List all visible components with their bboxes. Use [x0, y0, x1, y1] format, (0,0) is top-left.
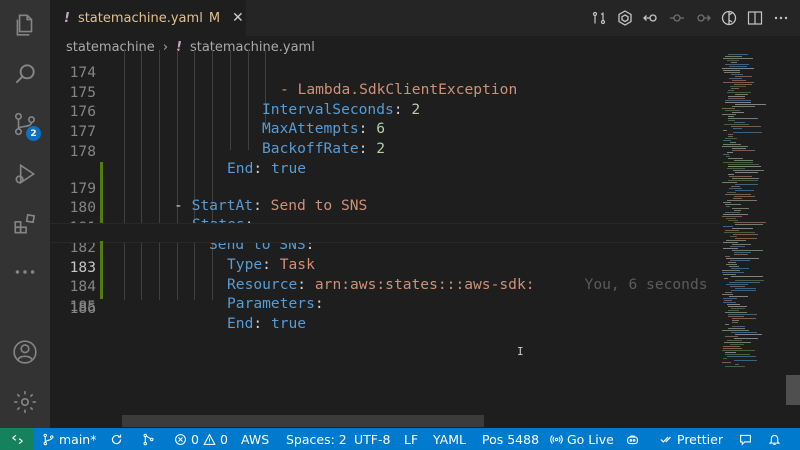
warning-icon [203, 433, 216, 445]
encoding-status[interactable]: UTF-8 [354, 428, 390, 450]
search-icon[interactable] [0, 52, 50, 96]
editor-actions [588, 0, 792, 36]
aws-status[interactable]: AWS [241, 428, 269, 450]
error-icon [175, 433, 186, 445]
tab-title: statemachine.yaml [77, 10, 203, 26]
modified-indicator: M [208, 10, 221, 26]
feedback-icon[interactable] [739, 428, 752, 450]
position-status[interactable]: Pos 5488 [482, 428, 539, 450]
horizontal-scrollbar[interactable] [122, 415, 484, 427]
prettier-status[interactable]: Prettier [660, 428, 723, 450]
broadcast-icon [550, 434, 563, 444]
go-live-button[interactable]: Go Live [550, 428, 614, 450]
code-line: 178 End: true [69, 142, 307, 177]
go-back-icon[interactable] [640, 7, 662, 29]
code-line: 174 - Lambda.SdkClientException [69, 64, 518, 98]
prettier-label: Prettier [677, 431, 723, 447]
toggle-blame-icon[interactable] [718, 7, 740, 29]
activity-bar: 2 [0, 0, 50, 428]
remote-indicator[interactable] [0, 428, 34, 450]
run-debug-icon[interactable] [0, 152, 50, 196]
indentation-status[interactable]: Spaces: 2 [286, 428, 347, 450]
double-check-icon [660, 436, 671, 443]
current-code-line: 183 Resource: arn:aws:states:::aws-sdk: Y… [50, 223, 720, 293]
yaml-file-icon: ! [64, 10, 70, 26]
problems-status[interactable]: 0 0 [174, 428, 228, 450]
close-icon[interactable]: ✕ [232, 10, 244, 26]
language-mode-status[interactable]: YAML [433, 428, 466, 450]
git-branch-icon [43, 433, 54, 445]
notifications-bell-icon[interactable] [768, 428, 781, 450]
go-live-label: Go Live [567, 431, 614, 447]
code-line: 179 - StartAt: Send to SNS [50, 145, 720, 214]
text-cursor-icon: I [517, 345, 524, 358]
code-line: 181 Send to SNS: [50, 184, 720, 253]
copilot-icon[interactable] [626, 428, 639, 450]
code-line: 180 States: [50, 164, 720, 233]
code-line: 186 [69, 300, 96, 318]
branch-status[interactable]: main* [42, 428, 96, 450]
code-line: 177 BackoffRate: 2 [69, 123, 386, 158]
code-line: 175 IntervalSeconds: 2 [69, 83, 421, 118]
code-line: 182 Type: Task [50, 204, 720, 273]
eol-status[interactable]: LF [404, 428, 418, 450]
open-changes-icon[interactable] [588, 7, 610, 29]
error-count: 0 [191, 431, 199, 447]
minimap[interactable] [720, 50, 786, 428]
scrollbar-thumb[interactable] [786, 375, 800, 405]
warning-count: 0 [219, 431, 228, 447]
settings-gear-icon[interactable] [0, 380, 50, 424]
tab-bar: ! statemachine.yaml M ✕ [50, 0, 800, 36]
vertical-scrollbar[interactable] [786, 50, 800, 428]
more-icon[interactable] [0, 250, 50, 294]
aws-toolkit-icon[interactable] [614, 7, 636, 29]
more-actions-icon[interactable] [770, 7, 792, 29]
status-bar: main* 0 0 AWS Spaces: 2 UTF-8 LF YAML Po… [0, 428, 800, 450]
code-line: 185 End: true [50, 263, 720, 332]
tab-statemachine-yaml[interactable]: ! statemachine.yaml M ✕ [50, 0, 246, 36]
source-control-icon[interactable]: 2 [0, 102, 50, 146]
branch-name: main* [59, 431, 97, 447]
source-control-badge: 2 [26, 126, 41, 141]
code-line: 184 Parameters: [50, 243, 720, 312]
split-editor-icon[interactable] [744, 7, 766, 29]
code-editor[interactable]: 174 - Lambda.SdkClientException 175 Inte… [50, 50, 720, 428]
timeline-icon[interactable] [666, 7, 688, 29]
extensions-icon[interactable] [0, 202, 50, 246]
code-line: 176 MaxAttempts: 6 [69, 103, 386, 138]
sync-icon[interactable] [110, 428, 123, 450]
go-forward-icon[interactable] [692, 7, 714, 29]
account-icon[interactable] [0, 330, 50, 374]
explorer-icon[interactable] [0, 3, 50, 47]
git-graph-icon[interactable] [142, 428, 155, 450]
